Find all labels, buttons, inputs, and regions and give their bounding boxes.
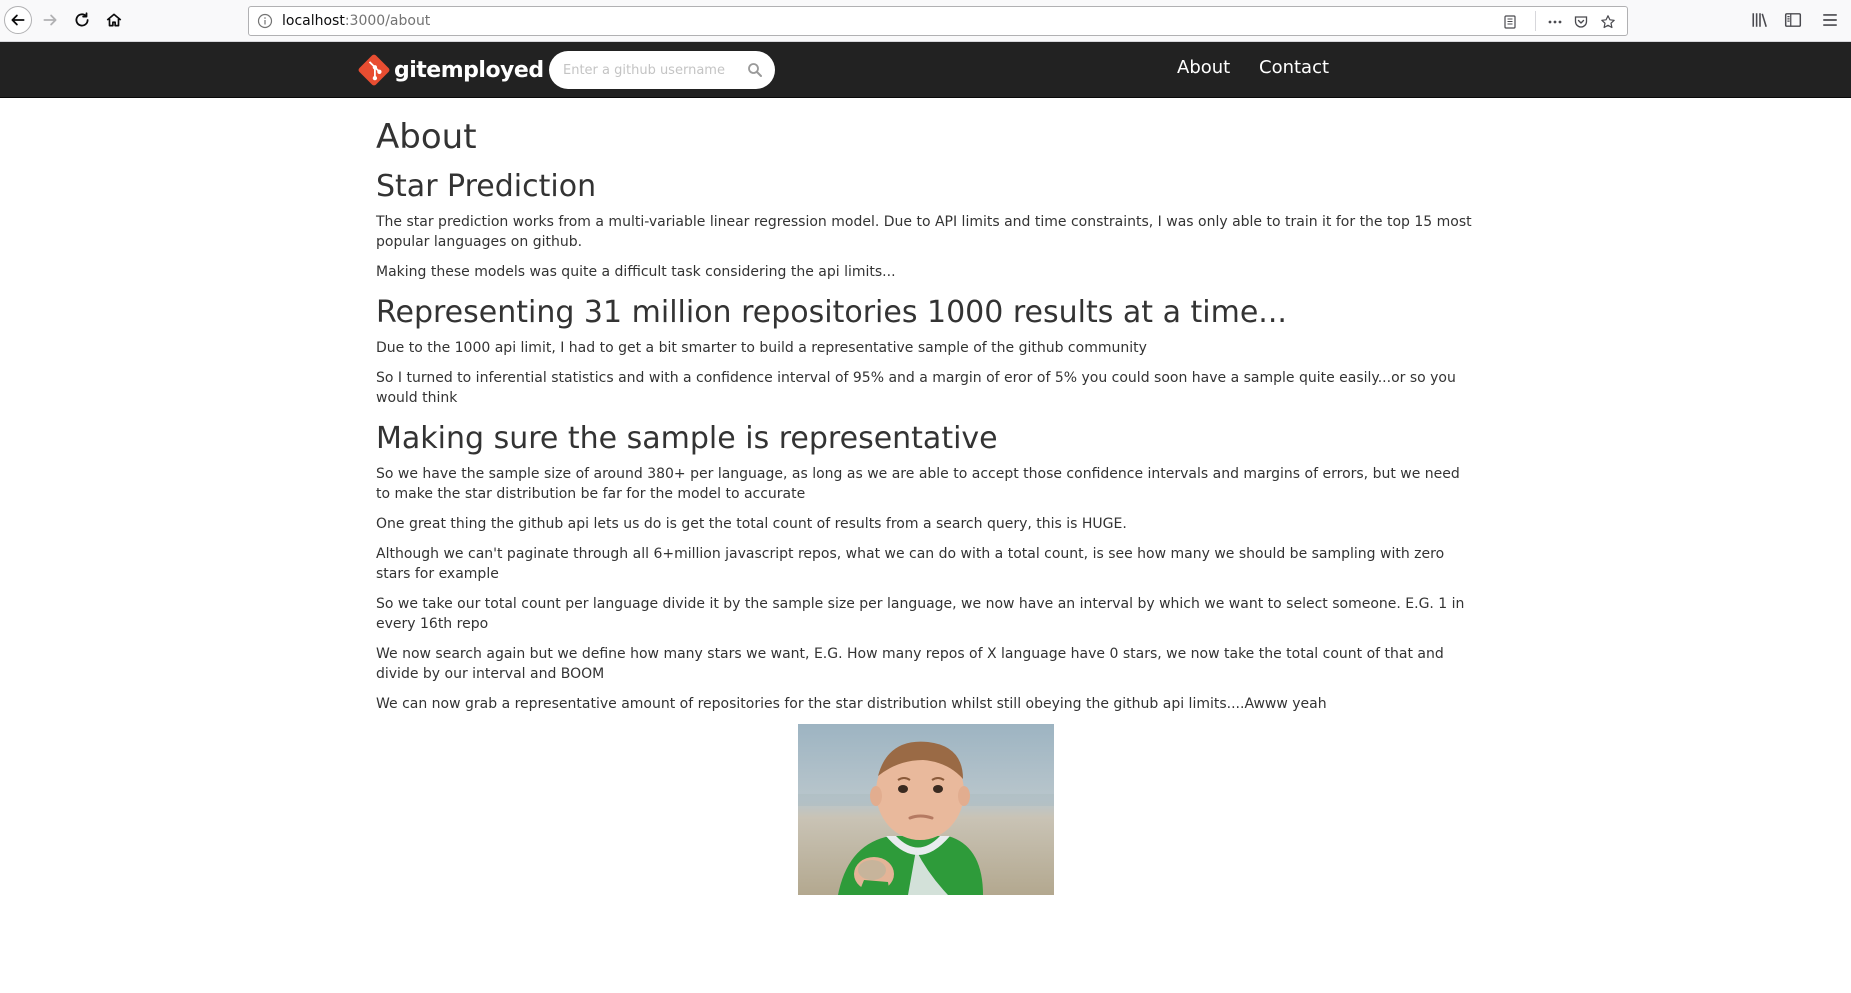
reload-button[interactable] bbox=[68, 6, 96, 34]
forward-button[interactable] bbox=[36, 6, 64, 34]
page-title: About bbox=[376, 117, 477, 157]
section-representative-sample: Making sure the sample is representative… bbox=[376, 418, 1476, 714]
nav-link-contact[interactable]: Contact bbox=[1259, 57, 1329, 78]
url-text[interactable]: localhost:3000/about bbox=[282, 13, 430, 29]
pocket-icon[interactable] bbox=[1572, 13, 1590, 31]
paragraph: The star prediction works from a multi-v… bbox=[376, 214, 1472, 250]
bookmark-star-icon[interactable] bbox=[1599, 13, 1617, 31]
sidebar-toggle-icon[interactable] bbox=[1784, 11, 1802, 29]
username-search-input[interactable] bbox=[563, 59, 743, 81]
site-navbar: gitemployed About Contact bbox=[0, 42, 1851, 98]
git-logo-icon bbox=[358, 54, 390, 86]
page-actions-icon[interactable] bbox=[1546, 13, 1564, 31]
section-heading: Star Prediction bbox=[376, 169, 597, 204]
search-icon[interactable] bbox=[747, 62, 763, 78]
info-icon[interactable] bbox=[257, 13, 273, 29]
paragraph: So we have the sample size of around 380… bbox=[376, 466, 1460, 502]
home-button[interactable] bbox=[100, 6, 128, 34]
brand-name: gitemployed bbox=[394, 57, 544, 83]
browser-toolbar: localhost:3000/about bbox=[0, 0, 1851, 42]
paragraph: Although we can't paginate through all 6… bbox=[376, 546, 1445, 582]
reload-icon bbox=[75, 12, 89, 27]
nav-link-about[interactable]: About bbox=[1177, 57, 1230, 78]
back-arrow-icon bbox=[11, 14, 25, 26]
hamburger-menu-icon[interactable] bbox=[1821, 11, 1839, 29]
url-separator bbox=[1535, 11, 1536, 31]
reader-view-icon[interactable] bbox=[1501, 13, 1519, 31]
library-icon[interactable] bbox=[1751, 11, 1769, 29]
section-representing-repositories: Representing 31 million repositories 100… bbox=[376, 292, 1476, 408]
section-heading: Making sure the sample is representative bbox=[376, 421, 998, 456]
about-content: About Star Prediction The star predictio… bbox=[376, 112, 1476, 895]
url-path: :3000/about bbox=[344, 13, 431, 29]
section-heading: Representing 31 million repositories 100… bbox=[376, 295, 1287, 330]
paragraph: We can now grab a representative amount … bbox=[376, 696, 1327, 712]
paragraph: So we take our total count per language … bbox=[376, 596, 1465, 632]
paragraph: One great thing the github api lets us d… bbox=[376, 516, 1127, 532]
paragraph: We now search again but we define how ma… bbox=[376, 646, 1444, 682]
paragraph: So I turned to inferential statistics an… bbox=[376, 370, 1456, 406]
home-icon bbox=[106, 13, 122, 27]
brand-link[interactable]: gitemployed bbox=[356, 50, 544, 90]
forward-arrow-icon bbox=[43, 14, 57, 26]
username-search bbox=[549, 51, 775, 89]
back-button[interactable] bbox=[4, 6, 32, 34]
paragraph: Due to the 1000 api limit, I had to get … bbox=[376, 340, 1147, 356]
meme-image-container bbox=[376, 724, 1476, 895]
paragraph: Making these models was quite a difficul… bbox=[376, 264, 896, 280]
address-bar[interactable]: localhost:3000/about bbox=[248, 6, 1628, 36]
section-star-prediction: Star Prediction The star prediction work… bbox=[376, 166, 1476, 282]
success-kid-meme-image bbox=[798, 724, 1054, 895]
url-host: localhost bbox=[282, 13, 345, 29]
